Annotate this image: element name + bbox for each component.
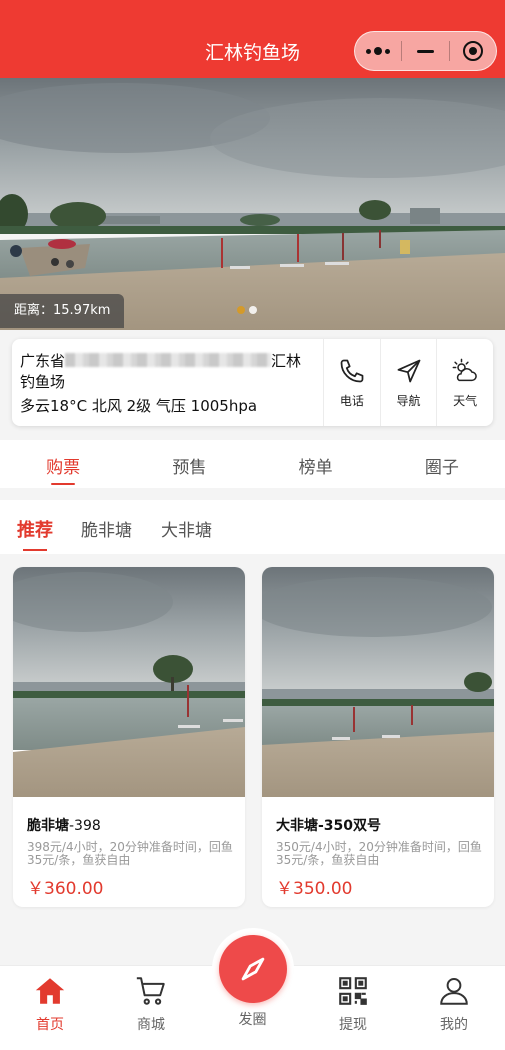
- ticket-card[interactable]: 大非塘-350双号 350元/4小时，20分钟准备时间，回鱼35元/条，鱼获自由…: [262, 567, 494, 907]
- carousel-dot-active[interactable]: [237, 306, 245, 314]
- nav-mall[interactable]: 商城: [116, 974, 186, 1034]
- nav-mall-label: 商城: [137, 1017, 165, 1033]
- compass-icon: [241, 957, 265, 981]
- navigation-label: 导航: [396, 393, 421, 408]
- nav-home[interactable]: 首页: [15, 974, 85, 1034]
- quick-actions: 电话 导航 天气: [323, 339, 493, 426]
- user-icon: [440, 977, 468, 1005]
- more-menu-button[interactable]: [355, 32, 401, 70]
- tab-tickets[interactable]: 购票: [0, 440, 126, 488]
- nav-profile[interactable]: 我的: [419, 974, 489, 1034]
- banner-carousel[interactable]: 距离：15.97km: [0, 78, 505, 330]
- weather-icon: [452, 358, 477, 381]
- navigation-button[interactable]: 导航: [379, 339, 437, 426]
- card-title: 脆非塘-398: [27, 818, 101, 834]
- nav-home-label: 首页: [36, 1017, 64, 1033]
- cart-icon: [136, 977, 165, 1005]
- redacted-address: [65, 353, 272, 367]
- minimize-icon: [416, 49, 434, 53]
- tab-ranking[interactable]: 榜单: [253, 440, 379, 488]
- venue-info-card: 广东省 汇林 钓鱼场 多云18°C 北风 2级 气压 1005hpa 电话 导航 天…: [12, 339, 493, 426]
- card-title: 大非塘-350双号: [276, 818, 382, 834]
- app-header: 汇林钓鱼场: [0, 0, 505, 78]
- pond-filter-bar: 推荐 脆非塘 大非塘: [0, 500, 505, 554]
- home-icon: [35, 978, 65, 1004]
- card-price: ￥350.00: [276, 879, 353, 899]
- subtab-da-fei-pond[interactable]: 大非塘: [161, 516, 212, 541]
- main-tab-bar: 购票 预售 榜单 圈子: [0, 440, 505, 488]
- close-mini-program-button[interactable]: [450, 32, 496, 70]
- ticket-card[interactable]: 脆非塘-398 398元/4小时，20分钟准备时间，回鱼35元/条，鱼获自由 ￥…: [13, 567, 245, 907]
- nav-profile-label: 我的: [440, 1017, 468, 1033]
- subtab-cui-fei-pond[interactable]: 脆非塘: [81, 516, 132, 541]
- nav-withdraw[interactable]: 提现: [318, 974, 388, 1034]
- navigation-icon: [397, 359, 420, 382]
- card-description: 398元/4小时，20分钟准备时间，回鱼35元/条，鱼获自由: [27, 840, 233, 867]
- qrcode-icon: [339, 977, 367, 1005]
- tab-presale[interactable]: 预售: [126, 440, 252, 488]
- distance-badge: 距离：15.97km: [0, 294, 125, 328]
- weather-summary: 多云18°C 北风 2级 气压 1005hpa: [20, 397, 258, 415]
- carousel-dot[interactable]: [249, 306, 257, 314]
- target-close-icon: [462, 41, 483, 61]
- phone-icon: [340, 359, 364, 382]
- banner-image: [0, 78, 505, 330]
- pond-photo: [13, 567, 245, 797]
- mini-program-capsule: [354, 31, 497, 71]
- weather-button[interactable]: 天气: [436, 339, 493, 426]
- card-price: ￥360.00: [27, 879, 104, 899]
- minimize-button[interactable]: [402, 32, 448, 70]
- venue-address: 广东省 汇林 钓鱼场: [20, 352, 302, 391]
- pond-photo: [262, 567, 494, 797]
- carousel-indicator: [237, 306, 257, 314]
- nav-withdraw-label: 提现: [339, 1017, 367, 1033]
- card-description: 350元/4小时，20分钟准备时间，回鱼35元/条，鱼获自由: [276, 840, 482, 867]
- phone-button[interactable]: 电话: [323, 339, 380, 426]
- more-dots-icon: [366, 47, 391, 55]
- phone-label: 电话: [339, 393, 364, 408]
- post-button[interactable]: [219, 935, 287, 1003]
- weather-label: 天气: [453, 393, 478, 408]
- subtab-recommended[interactable]: 推荐: [17, 516, 53, 551]
- tab-community[interactable]: 圈子: [379, 440, 505, 488]
